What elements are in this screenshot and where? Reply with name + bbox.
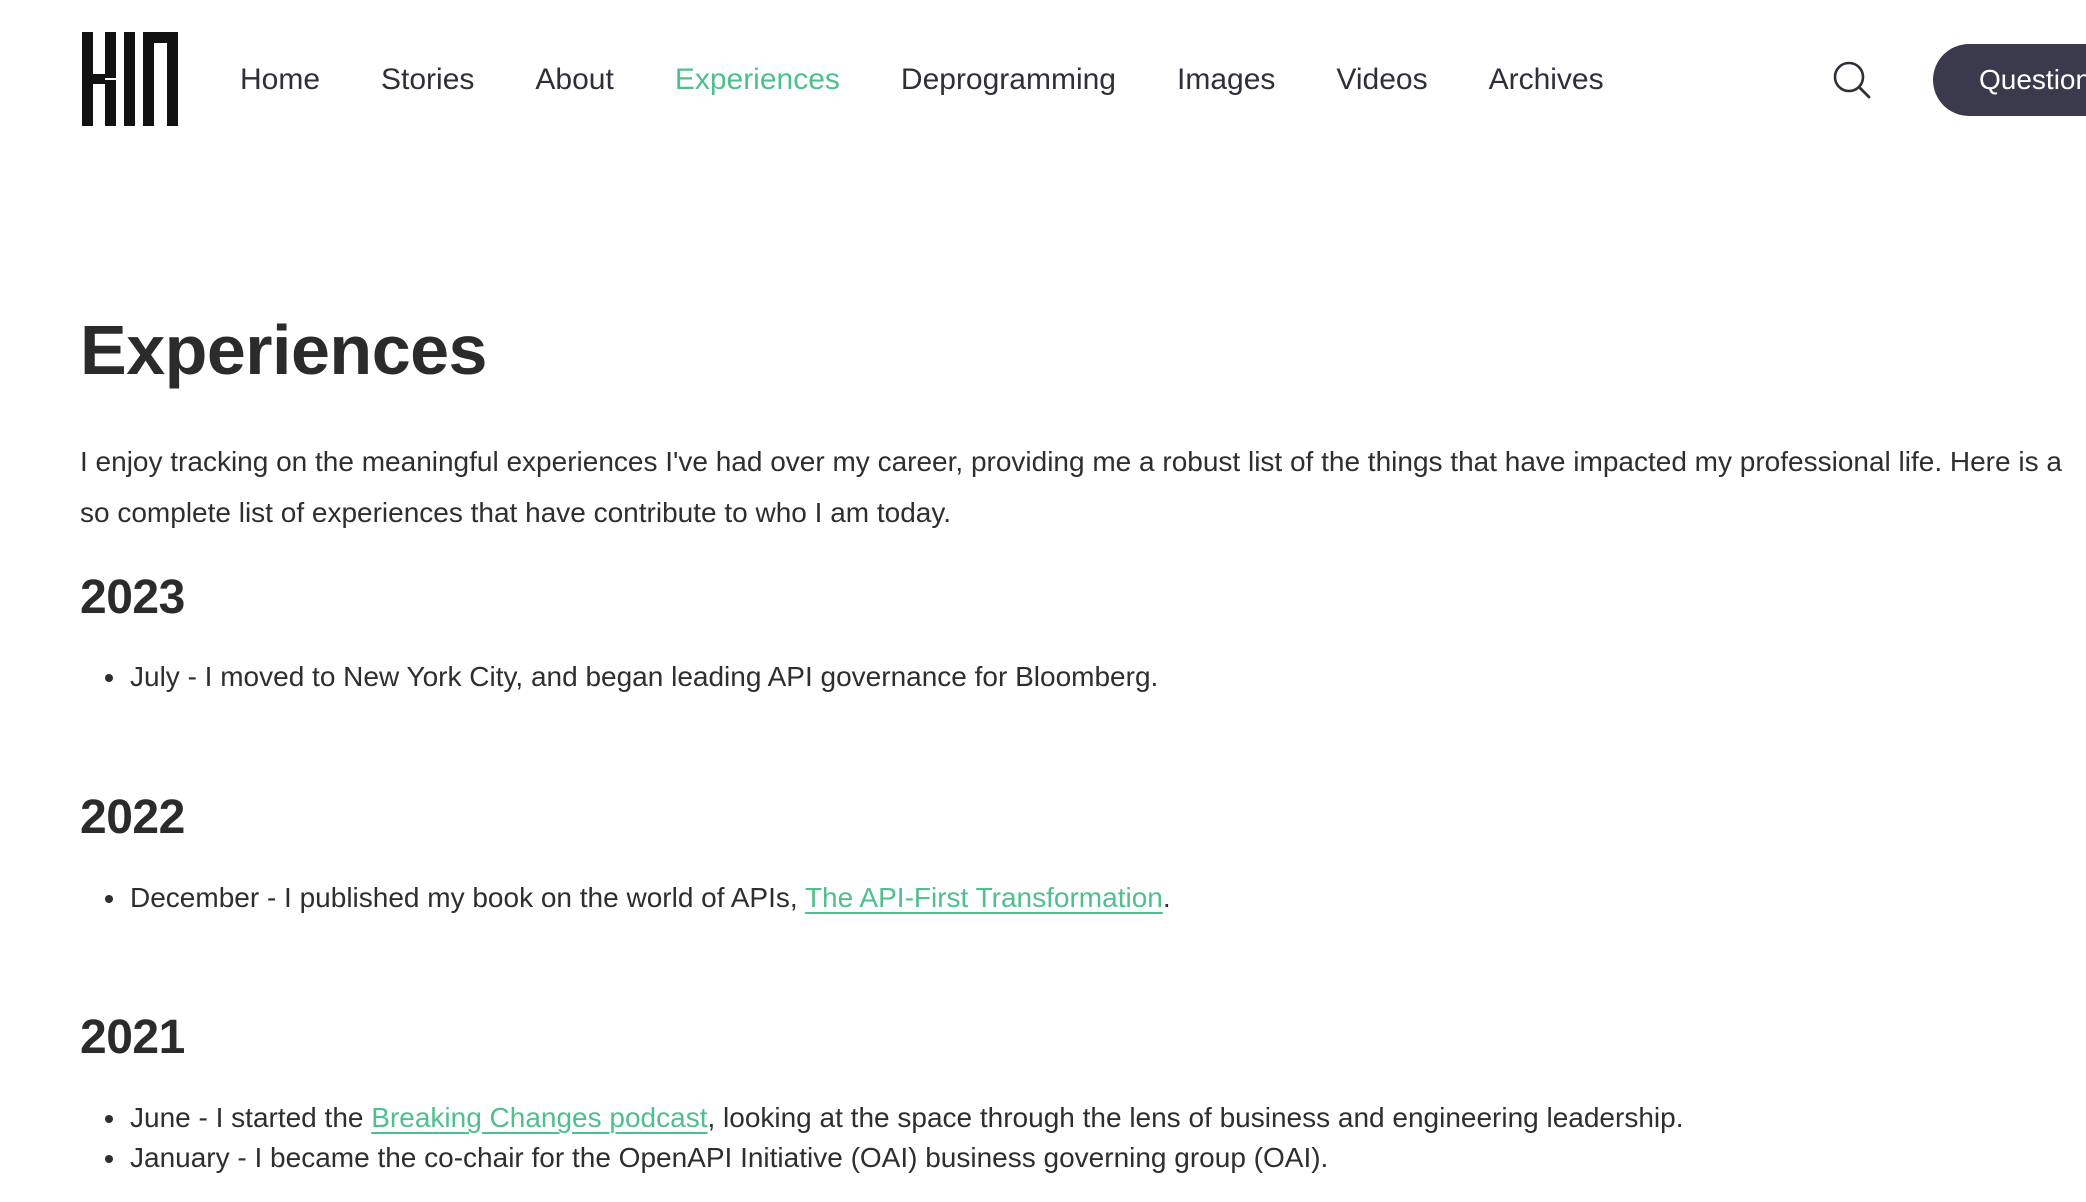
nav-archives[interactable]: Archives (1489, 56, 1604, 104)
breaking-changes-podcast-link[interactable]: Breaking Changes podcast (371, 1102, 707, 1133)
nav-videos[interactable]: Videos (1336, 56, 1427, 104)
list-item-text: June - I started the (130, 1102, 372, 1133)
main-content: Experiences I enjoy tracking on the mean… (80, 300, 2086, 1173)
experience-list-2022: December - I published my book on the wo… (80, 878, 1171, 918)
nav-stories[interactable]: Stories (381, 56, 474, 104)
list-item-text: December - I published my book on the wo… (130, 882, 805, 913)
page-title: Experiences (80, 311, 487, 389)
search-icon[interactable] (1832, 60, 1872, 100)
intro-line-1: I enjoy tracking on the meaningful exper… (80, 446, 2062, 477)
experience-list-2023: July - I moved to New York City, and beg… (80, 657, 1158, 697)
experience-list-2021: June - I started the Breaking Changes po… (80, 1098, 1683, 1178)
intro-paragraph: I enjoy tracking on the meaningful exper… (80, 436, 2086, 538)
year-heading-2021: 2021 (80, 1011, 185, 1064)
list-item-text: , looking at the space through the lens … (707, 1102, 1684, 1133)
list-item: July - I moved to New York City, and beg… (80, 657, 1158, 697)
nav-about[interactable]: About (535, 56, 613, 104)
main-nav: Home Stories About Experiences Deprogram… (240, 56, 1665, 104)
list-item: December - I published my book on the wo… (80, 878, 1171, 918)
questions-button[interactable]: Questions (1933, 44, 2086, 116)
list-item-text: . (1162, 882, 1171, 913)
api-first-transformation-link[interactable]: The API-First Transformation (805, 882, 1163, 913)
year-heading-2023: 2023 (80, 571, 185, 624)
nav-deprogramming[interactable]: Deprogramming (901, 56, 1116, 104)
nav-images[interactable]: Images (1177, 56, 1275, 104)
logo-icon (82, 32, 178, 126)
year-heading-2022: 2022 (80, 791, 185, 844)
site-logo[interactable] (80, 30, 180, 128)
list-item: January - I became the co-chair for the … (80, 1138, 1683, 1178)
site-header: Home Stories About Experiences Deprogram… (0, 0, 2086, 160)
list-item: June - I started the Breaking Changes po… (80, 1098, 1683, 1138)
nav-home[interactable]: Home (240, 56, 320, 104)
intro-line-2: so complete list of experiences that hav… (80, 497, 952, 528)
nav-experiences[interactable]: Experiences (675, 56, 840, 104)
